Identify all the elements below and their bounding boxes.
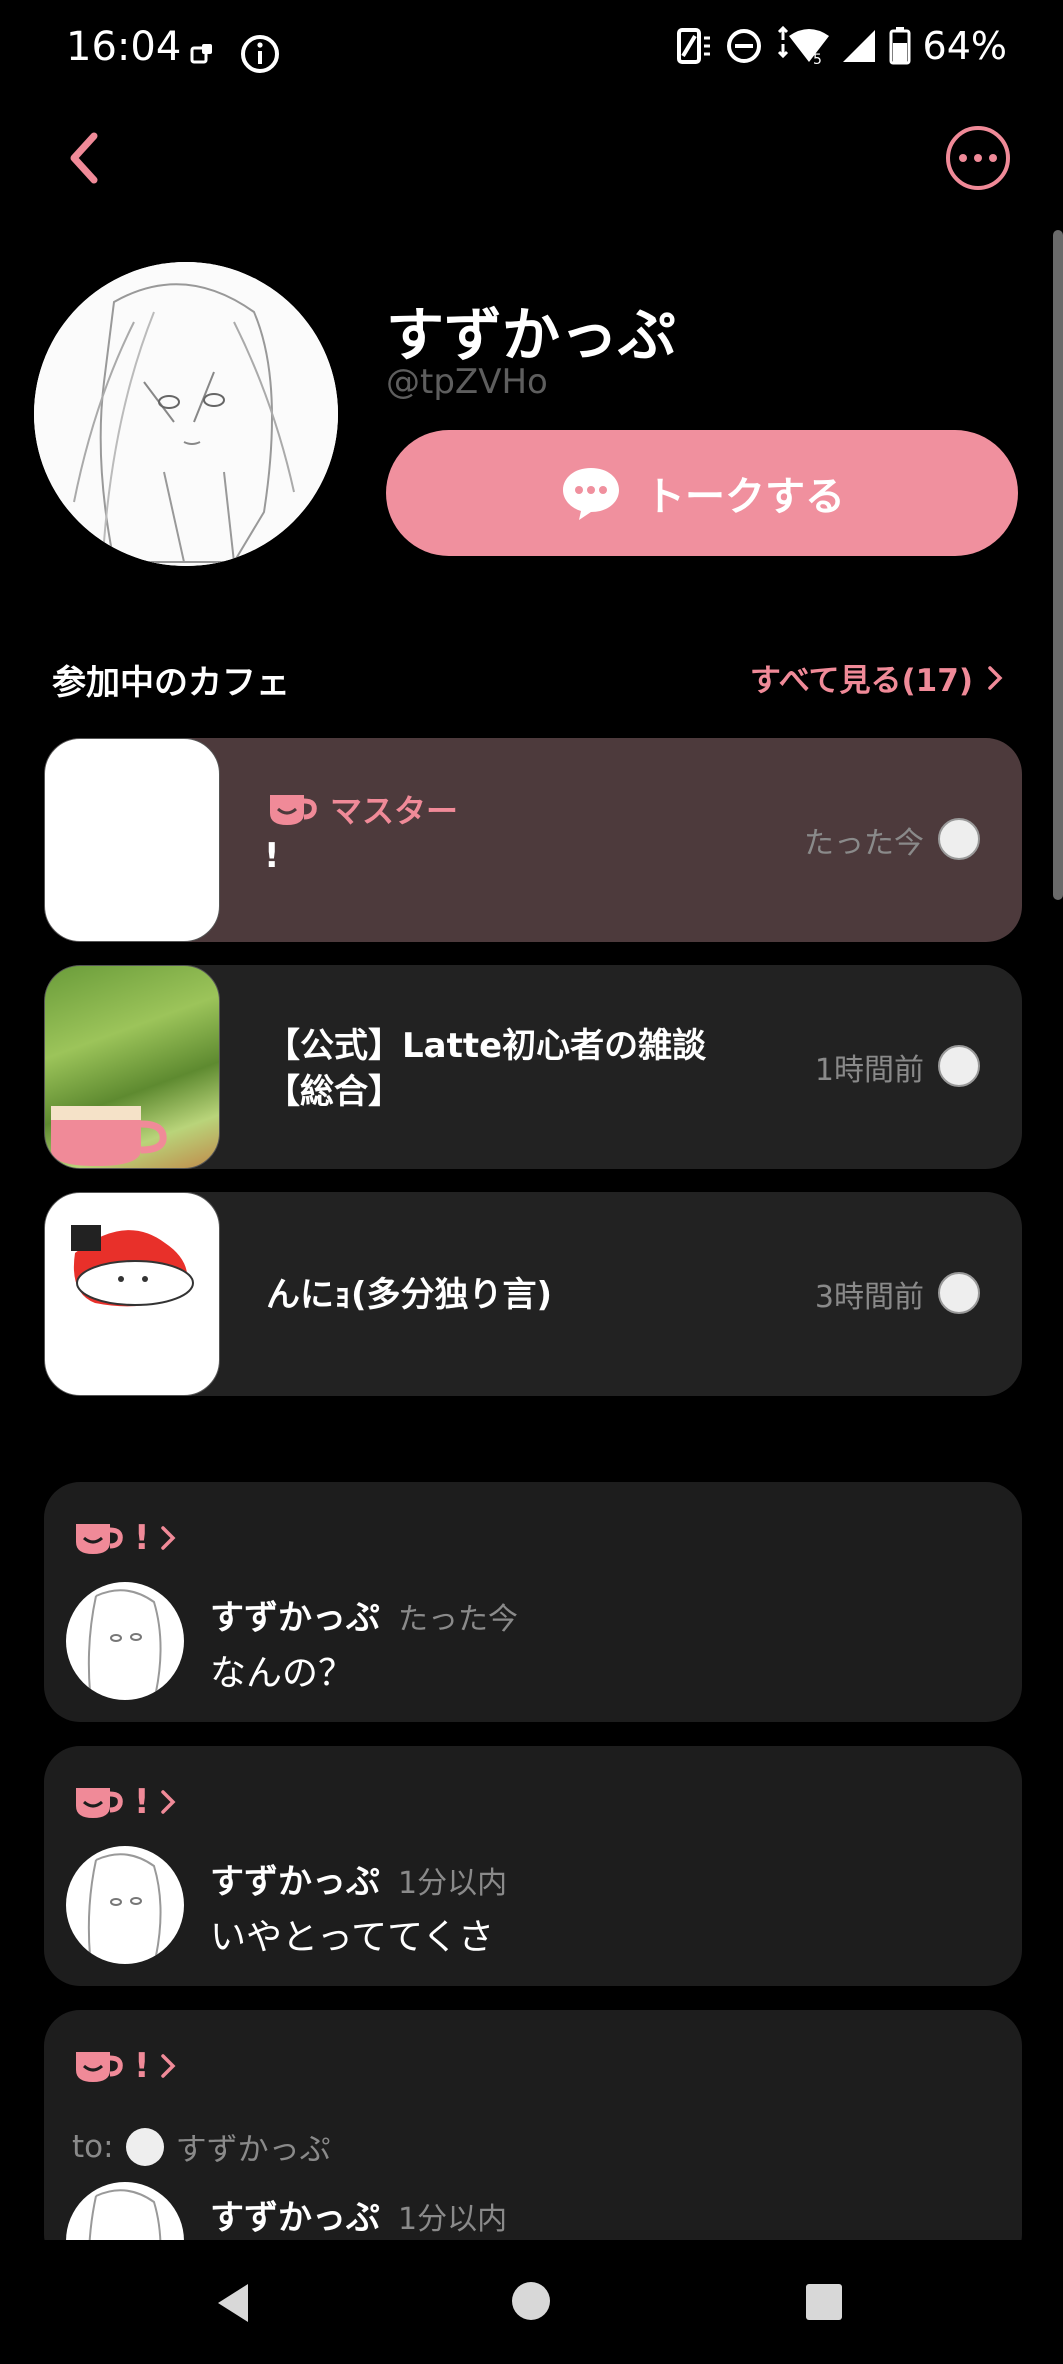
cafe-thumbnail (44, 1192, 220, 1396)
battery-icon (889, 27, 911, 65)
post-cafe-name: ! (134, 1782, 150, 1822)
post-card[interactable]: ! すずかっぷ たった今 なんの？ (44, 1482, 1022, 1722)
cafe-name: んにｮ(多分独り言) (266, 1275, 553, 1315)
post-author: すずかっぷ 1分以内 (210, 1854, 507, 1903)
cup-icon (76, 1524, 123, 1554)
profile-name: すずかっぷ (386, 301, 677, 369)
member-avatar (938, 818, 980, 860)
cafe-row[interactable]: んにｮ(多分独り言) 3時間前 (44, 1192, 1022, 1396)
info-icon (240, 34, 280, 78)
reply-to-avatar (125, 2127, 164, 2166)
cafe-last-message: ! (264, 836, 280, 876)
cup-icon (76, 2052, 123, 2082)
post-time: 1分以内 (398, 2202, 508, 2237)
chevron-left-icon (70, 132, 98, 184)
post-author: すずかっぷ たった今 (210, 1590, 518, 1639)
status-time: 16:04 (66, 24, 182, 70)
more-options-button[interactable] (946, 126, 1010, 190)
reply-to-name: すずかっぷ (175, 2132, 331, 2168)
chevron-right-icon (160, 1790, 175, 1814)
status-icons: 5 64% (673, 24, 1007, 68)
nav-home-button[interactable] (512, 2282, 550, 2320)
profile-avatar[interactable] (34, 262, 338, 566)
post-text: いやとっててくさ (210, 1917, 495, 1958)
post-cafe-name: ! (134, 1518, 150, 1558)
back-button[interactable] (60, 128, 110, 188)
svg-text:5: 5 (813, 52, 822, 66)
post-cafe-link[interactable]: ! (72, 1518, 176, 1558)
cafe-row[interactable]: マスター ! たった今 (44, 738, 1022, 942)
post-cafe-link[interactable]: ! (72, 2046, 176, 2086)
chevron-right-icon (160, 2054, 175, 2078)
post-author-name: すずかっぷ (210, 1862, 380, 1902)
cafe-thumbnail (44, 738, 220, 942)
member-avatar (938, 1272, 980, 1314)
chat-bubble-icon (563, 468, 619, 520)
vibrate-icon (676, 28, 710, 64)
cafe-name-line: 【総合】 (266, 1072, 402, 1112)
do-not-disturb-icon (726, 29, 761, 63)
nav-recents-button[interactable] (806, 2284, 842, 2320)
cup-icon (270, 795, 317, 825)
cafe-name-line: 【公式】Latte初心者の雑談 (266, 1026, 707, 1066)
talk-button[interactable]: トークする (386, 430, 1018, 556)
cafe-time: たった今 (804, 826, 924, 861)
post-author: すずかっぷ 1分以内 (210, 2190, 507, 2239)
see-all-link[interactable]: すべて見る(17) (750, 655, 1003, 700)
post-author-name: すずかっぷ (210, 2198, 380, 2238)
talk-button-label: トークする (645, 474, 845, 520)
notification-icon (188, 40, 216, 72)
cafe-role-label: マスター (330, 792, 459, 830)
post-author-avatar[interactable] (66, 1846, 184, 1964)
reply-to-label: to: (72, 2128, 114, 2165)
cafe-role: マスター (266, 786, 458, 832)
more-horizontal-icon (959, 154, 967, 162)
post-card[interactable]: ! to: すずかっぷ すずかっぷ 1分以内 (44, 2010, 1022, 2270)
post-author-name: すずかっぷ (210, 1598, 380, 1638)
post-time: 1分以内 (398, 1866, 508, 1901)
post-text: なんの？ (210, 1653, 355, 1694)
chevron-right-icon (160, 1526, 175, 1550)
chevron-right-icon (988, 665, 1003, 690)
battery-percent: 64% (922, 24, 1007, 68)
post-card[interactable]: ! すずかっぷ 1分以内 いやとっててくさ (44, 1746, 1022, 1986)
post-cafe-name: ! (134, 2046, 150, 2086)
scrollbar[interactable] (1053, 230, 1063, 900)
cafe-time: 3時間前 (814, 1280, 924, 1315)
signal-icon (842, 30, 875, 62)
section-title: 参加中のカフェ (52, 663, 290, 703)
see-all-label: すべて見る(17) (749, 663, 973, 699)
cafe-thumbnail (44, 965, 220, 1169)
profile-handle: @tpZVHo (386, 362, 548, 402)
nav-back-button[interactable] (214, 2282, 252, 2328)
cafe-row[interactable]: 【公式】Latte初心者の雑談 【総合】 1時間前 (44, 965, 1022, 1169)
wifi-icon: 5 (777, 26, 829, 66)
cafe-time: 1時間前 (814, 1053, 924, 1088)
cup-icon (76, 1788, 123, 1818)
post-time: たった今 (398, 1602, 518, 1637)
post-author-avatar[interactable] (66, 1582, 184, 1700)
member-avatar (938, 1045, 980, 1087)
post-cafe-link[interactable]: ! (72, 1782, 176, 1822)
post-reply-to: to: すずかっぷ (72, 2124, 331, 2169)
triangle-back-icon (218, 2284, 248, 2322)
cafe-name: 【公式】Latte初心者の雑談 【総合】 (266, 1023, 706, 1115)
